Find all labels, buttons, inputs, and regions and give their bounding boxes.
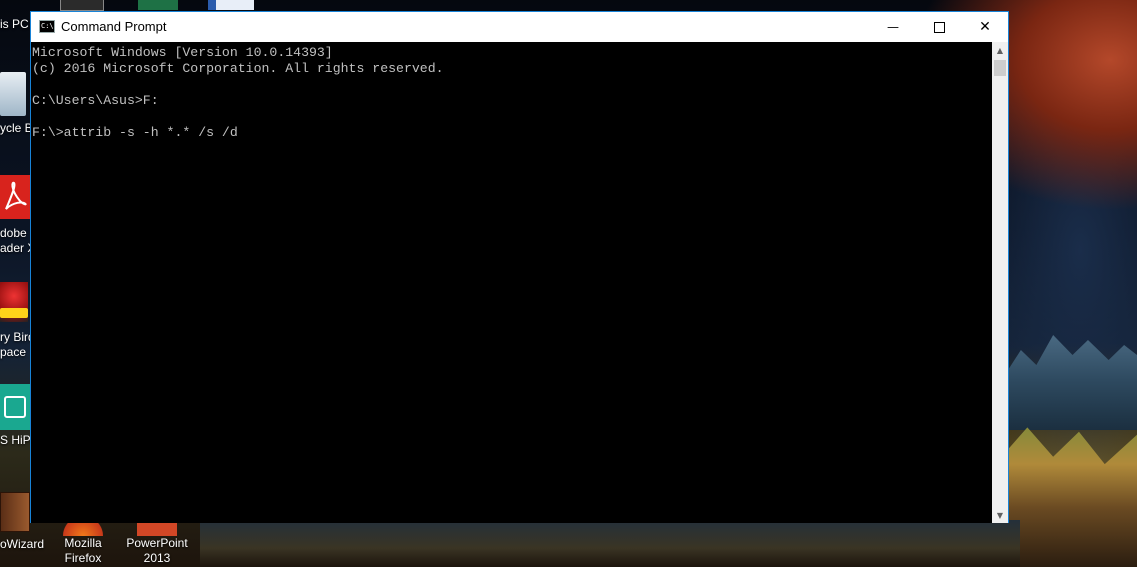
console-line: C:\Users\Asus>F: (32, 93, 159, 108)
scroll-up-button[interactable]: ▲ (992, 42, 1008, 58)
desktop-icon-top-3[interactable] (208, 0, 254, 10)
console-line: (c) 2016 Microsoft Corporation. All righ… (32, 61, 444, 76)
maximize-button[interactable] (916, 12, 962, 42)
minimize-icon: — (887, 20, 899, 34)
console-line: F:\>attrib -s -h *.* /s /d (32, 125, 238, 140)
scroll-up-icon: ▲ (996, 45, 1004, 55)
desktop-icon-label: oWizard (0, 537, 45, 551)
desktop-icon-top-2[interactable] (138, 0, 178, 10)
desktop-icon-label: PowerPoint (126, 536, 188, 550)
wallpaper-mountains (1008, 335, 1137, 430)
cmd-icon: C:\ (39, 20, 55, 33)
minimize-button[interactable]: — (870, 12, 916, 42)
desktop-icon-label: Firefox (64, 551, 102, 565)
title-bar[interactable]: C:\ Command Prompt — ✕ (31, 12, 1008, 42)
adobe-reader-icon (0, 175, 30, 219)
angry-birds-space-icon (0, 282, 28, 322)
command-prompt-window[interactable]: C:\ Command Prompt — ✕ Microsoft Windows… (30, 11, 1009, 523)
wallpaper-terrain (1008, 427, 1137, 567)
hipc-icon (0, 384, 30, 430)
wizard-icon (0, 492, 30, 532)
desktop-icon-label: dobe (0, 226, 27, 240)
desktop-icon-label: Mozilla (64, 536, 102, 550)
wallpaper-ground (200, 520, 1020, 567)
console-output[interactable]: Microsoft Windows [Version 10.0.14393] (… (31, 42, 992, 523)
console-line: Microsoft Windows [Version 10.0.14393] (32, 45, 333, 60)
scroll-thumb[interactable] (994, 60, 1006, 76)
desktop-icon-top-1[interactable] (60, 0, 104, 11)
desktop-icon-label: is PC (0, 17, 29, 31)
close-icon: ✕ (979, 19, 991, 35)
scroll-down-icon: ▼ (996, 510, 1004, 520)
vertical-scrollbar[interactable]: ▲ ▼ (992, 42, 1008, 523)
desktop-icon-label: 2013 (143, 551, 171, 565)
maximize-icon (933, 21, 945, 33)
close-button[interactable]: ✕ (962, 12, 1008, 42)
recycle-bin-icon (0, 72, 26, 116)
desktop-icon-label: pace (0, 345, 27, 359)
window-title: Command Prompt (61, 19, 167, 34)
scroll-down-button[interactable]: ▼ (992, 507, 1008, 523)
